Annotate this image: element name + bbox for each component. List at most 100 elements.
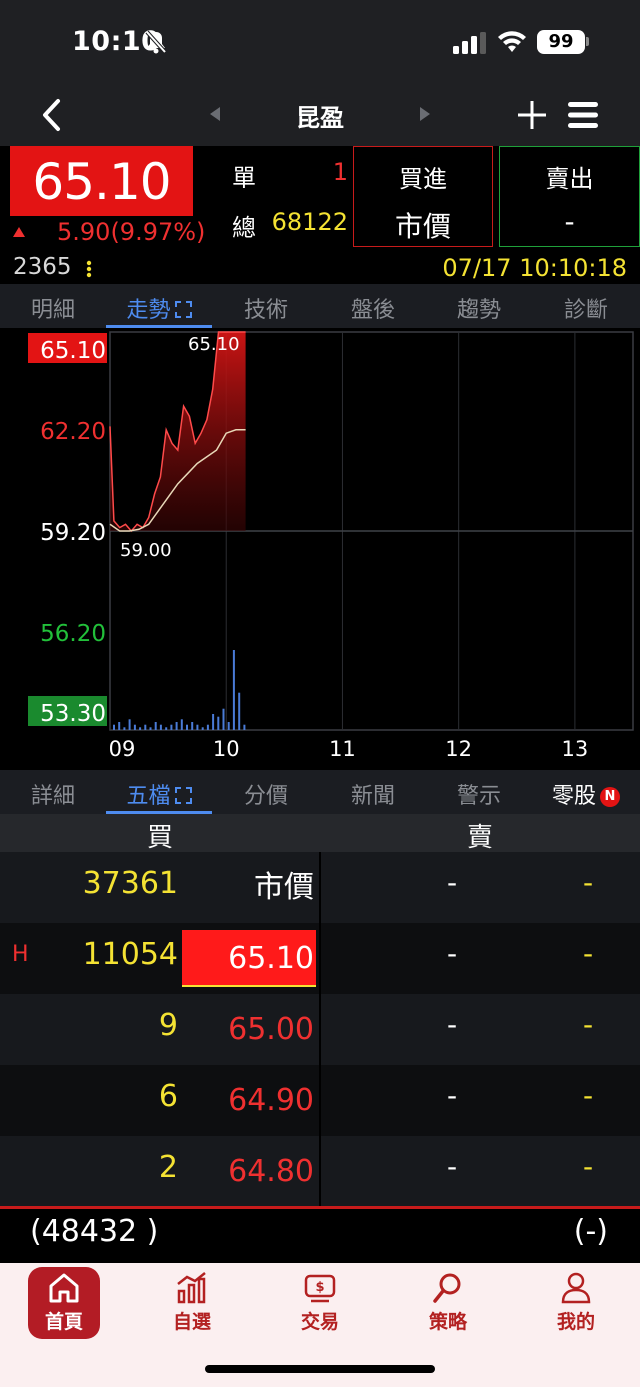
x-tick-label: 12 bbox=[445, 737, 472, 761]
tab-detail[interactable]: 詳細 bbox=[0, 778, 106, 810]
nav-home[interactable]: 首頁 bbox=[0, 1267, 128, 1339]
sell-price: - bbox=[446, 937, 458, 970]
volume-bar bbox=[212, 714, 215, 730]
y-tick-label: 56.20 bbox=[40, 621, 106, 647]
volume-bar bbox=[144, 724, 147, 730]
volume-bar bbox=[232, 650, 235, 730]
volume-bar bbox=[133, 724, 136, 730]
sell-total: (-) bbox=[573, 1214, 608, 1249]
stock-code[interactable]: 2365 bbox=[13, 254, 72, 280]
next-stock-icon[interactable] bbox=[418, 105, 432, 123]
tab-after-hours[interactable]: 盤後 bbox=[320, 292, 426, 324]
menu-icon[interactable] bbox=[566, 98, 600, 132]
buy-price: 65.00 bbox=[228, 1012, 314, 1047]
intraday-chart[interactable]: 09 10 11 12 13 65.10 62.20 59.20 56.20 53.30 65.10… bbox=[0, 328, 640, 770]
buy-label: 買進 bbox=[399, 165, 447, 193]
nav-strategy[interactable]: 策略 bbox=[384, 1267, 512, 1339]
stock-name-title: 昆盈 bbox=[296, 104, 344, 132]
home-indicator bbox=[205, 1365, 435, 1373]
sell-price: - bbox=[446, 1150, 458, 1183]
volume-bar bbox=[201, 727, 204, 730]
book-tab-bar: 詳細 五檔 分價 新聞 警示 零股 N bbox=[0, 770, 640, 814]
sell-volume: - bbox=[582, 937, 594, 970]
trade-card-icon: $ bbox=[304, 1274, 336, 1303]
tab-diagnosis[interactable]: 診斷 bbox=[533, 292, 639, 324]
sell-volume: - bbox=[582, 866, 594, 899]
tab-news[interactable]: 新聞 bbox=[320, 778, 426, 810]
sell-label: 賣出 bbox=[545, 165, 594, 193]
more-vertical-icon[interactable] bbox=[86, 260, 92, 278]
volume-bar bbox=[165, 727, 168, 730]
nav-bar: 昆盈 bbox=[0, 88, 640, 146]
tab-price-distribution[interactable]: 分價 bbox=[213, 778, 319, 810]
buy-price: 64.90 bbox=[228, 1083, 314, 1118]
buy-column-header: 買 bbox=[146, 823, 173, 853]
new-badge: N bbox=[600, 787, 620, 807]
expand-icon[interactable] bbox=[174, 787, 192, 804]
sell-price: - bbox=[446, 1079, 458, 1112]
volume-bar bbox=[217, 716, 220, 730]
battery-indicator: 99 bbox=[537, 30, 585, 54]
volume-bar bbox=[191, 722, 194, 730]
home-icon bbox=[49, 1273, 79, 1303]
quote-datetime: 07/17 10:10:18 bbox=[442, 254, 627, 282]
volume-bar bbox=[180, 719, 183, 730]
battery-tip bbox=[586, 37, 589, 46]
svg-text:$: $ bbox=[315, 1280, 324, 1295]
buy-volume: 2 bbox=[158, 1150, 178, 1185]
nav-watchlist-label: 自選 bbox=[172, 1311, 211, 1333]
back-chevron-icon[interactable] bbox=[36, 96, 66, 134]
order-book-totals: (48432 ) (-) bbox=[0, 1209, 640, 1263]
status-bar: 10:10 99 bbox=[0, 0, 640, 88]
sell-price: - bbox=[564, 205, 575, 238]
tab-tendency[interactable]: 趨勢 bbox=[426, 292, 532, 324]
x-tick-label: 09 bbox=[109, 737, 136, 761]
signal-icon bbox=[453, 32, 486, 54]
volume-bar bbox=[243, 724, 246, 730]
buy-volume: 37361 bbox=[82, 866, 178, 901]
expand-icon[interactable] bbox=[174, 301, 192, 318]
buy-price: 市價 bbox=[254, 870, 314, 905]
tab-trend[interactable]: 走勢 bbox=[106, 292, 212, 324]
buy-price: 65.10 bbox=[182, 930, 316, 987]
tab-odd-lot[interactable]: 零股 N bbox=[533, 778, 639, 810]
nav-profile[interactable]: 我的 bbox=[512, 1267, 640, 1339]
y-tick-label: 59.20 bbox=[40, 520, 106, 546]
volume-bar bbox=[170, 724, 173, 730]
tab-alerts[interactable]: 警示 bbox=[426, 778, 532, 810]
x-tick-label: 10 bbox=[213, 737, 240, 761]
nav-trade[interactable]: $ 交易 bbox=[256, 1267, 384, 1339]
sell-column-header: 賣 bbox=[466, 823, 493, 853]
single-volume-label: 單 bbox=[232, 164, 256, 192]
volume-bar bbox=[149, 727, 152, 730]
tab-details[interactable]: 明細 bbox=[0, 292, 106, 324]
volume-bar bbox=[123, 727, 126, 730]
bar-chart-icon bbox=[177, 1272, 206, 1304]
volume-bar bbox=[118, 722, 121, 730]
wifi-icon bbox=[498, 31, 526, 52]
x-tick-label: 13 bbox=[562, 737, 589, 761]
nav-trade-label: 交易 bbox=[300, 1311, 339, 1333]
volume-bar bbox=[238, 692, 241, 730]
sell-button[interactable]: 賣出 - bbox=[499, 146, 640, 247]
volume-bar bbox=[222, 708, 225, 730]
buy-button[interactable]: 買進 市價 bbox=[353, 146, 493, 247]
buy-volume: 9 bbox=[158, 1008, 178, 1043]
buy-price: 市價 bbox=[394, 210, 451, 243]
buy-volume: 6 bbox=[158, 1079, 178, 1114]
bell-off-icon bbox=[145, 30, 167, 54]
quote-header: 65.10 5.90(9.97%) 單 1 總 68122 買進 市價 賣出 -… bbox=[0, 146, 640, 284]
nav-watchlist[interactable]: 自選 bbox=[128, 1267, 256, 1339]
low-annotation: 59.00 bbox=[120, 540, 172, 561]
tab-five-levels[interactable]: 五檔 bbox=[106, 778, 212, 810]
buy-volume: 11054 bbox=[82, 937, 178, 972]
order-book-divider bbox=[319, 852, 321, 1206]
add-icon[interactable] bbox=[515, 98, 549, 132]
nav-home-label: 首頁 bbox=[44, 1311, 83, 1333]
volume-bar bbox=[159, 724, 162, 730]
intraday-chart-svg: 09 10 11 12 13 65.10 62.20 59.20 56.20 53.30 65.10… bbox=[28, 331, 634, 761]
tab-technical[interactable]: 技術 bbox=[213, 292, 319, 324]
prev-stock-icon[interactable] bbox=[208, 105, 222, 123]
total-volume-label: 總 bbox=[232, 214, 256, 242]
tab-five-levels-label: 五檔 bbox=[126, 784, 171, 809]
